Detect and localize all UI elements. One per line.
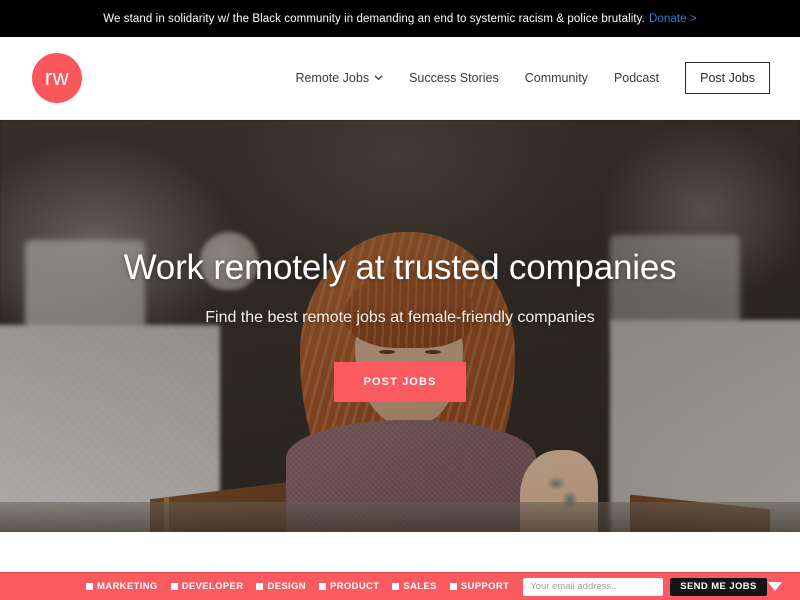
- main-navigation: Remote Jobs Success Stories Community Po…: [295, 62, 770, 94]
- category-filters: MARKETING DEVELOPER DESIGN PRODUCT SALES…: [86, 581, 509, 592]
- hero-title: Work remotely at trusted companies: [123, 248, 677, 287]
- donate-link[interactable]: Donate >: [649, 13, 697, 25]
- nav-item-success-stories[interactable]: Success Stories: [409, 71, 499, 85]
- category-product[interactable]: PRODUCT: [318, 581, 380, 592]
- post-jobs-hero-button[interactable]: POST JOBS: [333, 362, 467, 402]
- hero-content: Work remotely at trusted companies Find …: [0, 120, 800, 532]
- nav-item-remote-jobs[interactable]: Remote Jobs: [295, 71, 383, 85]
- nav-item-label: Success Stories: [409, 71, 499, 85]
- category-design[interactable]: DESIGN: [256, 581, 306, 592]
- nav-item-label: Podcast: [613, 71, 660, 85]
- category-label: MARKETING: [97, 581, 158, 592]
- category-label: PRODUCT: [329, 581, 380, 592]
- hero-subtitle: Find the best remote jobs at female-frie…: [205, 309, 595, 326]
- category-label: SUPPORT: [460, 581, 510, 592]
- category-developer[interactable]: DEVELOPER: [170, 581, 244, 592]
- checkbox-icon[interactable]: [86, 583, 93, 590]
- checkbox-icon[interactable]: [392, 583, 400, 590]
- category-sales[interactable]: SALES: [392, 581, 436, 592]
- checkbox-icon[interactable]: [449, 583, 457, 590]
- logo[interactable]: rw: [32, 53, 82, 103]
- page-root: We stand in solidarity w/ the Black comm…: [0, 0, 800, 600]
- send-me-jobs-button[interactable]: SEND ME JOBS: [670, 577, 767, 596]
- triangle-down-icon[interactable]: [768, 582, 782, 591]
- nav-item-podcast[interactable]: Podcast: [614, 71, 659, 85]
- nav-item-label: Community: [524, 71, 588, 85]
- site-header: rw Remote Jobs Success Stories Community…: [0, 37, 800, 120]
- solidarity-banner: We stand in solidarity w/ the Black comm…: [0, 0, 800, 37]
- category-support[interactable]: SUPPORT: [449, 581, 510, 592]
- email-input[interactable]: [523, 577, 664, 596]
- category-marketing[interactable]: MARKETING: [86, 581, 158, 592]
- category-label: SALES: [403, 581, 437, 592]
- logo-text: rw: [44, 65, 70, 90]
- nav-item-community[interactable]: Community: [525, 71, 588, 85]
- subscribe-bar: MARKETING DEVELOPER DESIGN PRODUCT SALES…: [0, 572, 800, 600]
- category-label: DEVELOPER: [181, 581, 244, 592]
- category-label: DESIGN: [267, 581, 306, 592]
- post-jobs-nav-button[interactable]: Post Jobs: [685, 62, 770, 94]
- checkbox-icon[interactable]: [170, 583, 178, 590]
- hero-section: Work remotely at trusted companies Find …: [0, 120, 800, 532]
- chevron-down-icon: [374, 73, 383, 82]
- checkbox-icon[interactable]: [318, 583, 326, 590]
- nav-item-label: Remote Jobs: [295, 71, 370, 85]
- banner-text: We stand in solidarity w/ the Black comm…: [103, 12, 645, 25]
- checkbox-icon[interactable]: [256, 583, 264, 590]
